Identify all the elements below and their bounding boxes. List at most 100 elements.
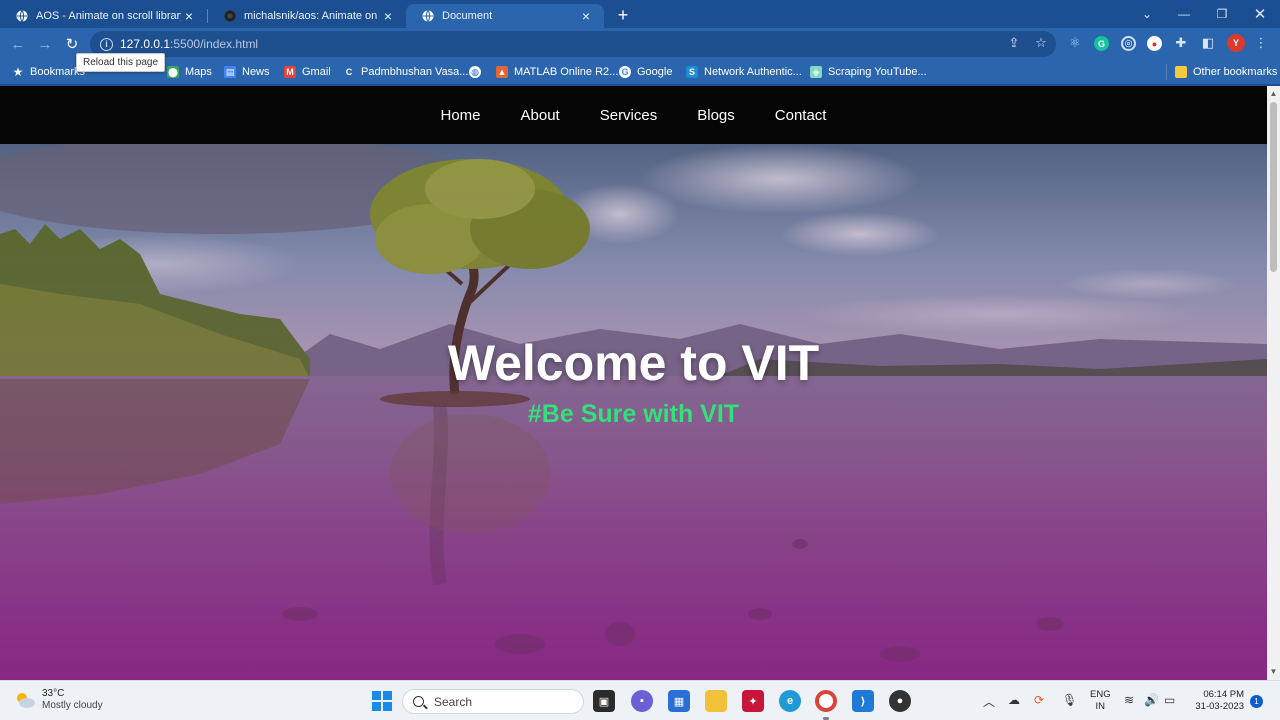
tab-search-chevron-icon[interactable]: ⌄ — [1134, 4, 1160, 24]
browser-tab-strip: AOS - Animate on scroll library × michal… — [0, 0, 1280, 28]
c-icon: C — [345, 67, 353, 77]
nav-home[interactable]: Home — [441, 107, 481, 124]
weather-condition: Mostly cloudy — [42, 700, 103, 711]
extensions-puzzle-icon[interactable]: ✚ — [1172, 34, 1190, 52]
scroll-up-icon[interactable]: ▲ — [1269, 89, 1278, 99]
search-icon — [413, 696, 424, 707]
matlab-icon: ▲ — [496, 66, 508, 78]
new-tab-button[interactable]: + — [613, 5, 633, 25]
gift-app-icon[interactable]: ✦ — [742, 690, 764, 712]
globe-icon — [422, 10, 434, 22]
github-icon — [224, 10, 236, 22]
maps-icon: ⬤ — [167, 66, 179, 78]
store-icon[interactable]: ▦ — [668, 690, 690, 712]
hero-subtitle: #Be Sure with VIT — [527, 400, 740, 428]
wifi-icon[interactable]: ≋ — [1124, 693, 1134, 707]
tab-title: michalsnik/aos: Animate on scroll — [244, 10, 380, 22]
back-arrow-icon[interactable]: ← — [6, 32, 30, 56]
volume-icon[interactable]: 🔊 — [1144, 693, 1159, 707]
partly-cloudy-icon — [17, 693, 35, 708]
minimize-icon[interactable]: — — [1171, 4, 1197, 24]
bookmark-item[interactable]: ◍ — [469, 64, 487, 80]
chrome-browser-icon[interactable] — [815, 690, 837, 712]
bookmark-item[interactable]: ▲ MATLAB Online R2... — [496, 64, 618, 80]
close-tab-icon[interactable]: × — [578, 8, 594, 24]
search-placeholder: Search — [434, 694, 473, 709]
scrollbar-thumb[interactable] — [1270, 102, 1277, 272]
notification-badge[interactable]: 1 — [1250, 695, 1263, 708]
nav-about[interactable]: About — [521, 107, 560, 124]
side-panel-icon[interactable]: ◧ — [1199, 34, 1217, 52]
google-icon: G — [619, 66, 631, 78]
microphone-icon[interactable]: 🎙 — [1062, 693, 1077, 707]
close-tab-icon[interactable]: × — [181, 8, 197, 24]
share-icon[interactable]: ⇪ — [1005, 34, 1023, 52]
file-explorer-icon[interactable] — [705, 690, 727, 712]
windows-start-icon[interactable] — [372, 691, 392, 711]
page-scrollbar[interactable]: ▲ ▼ — [1267, 86, 1280, 680]
page-viewport: Home About Services Blogs Contact Welcom… — [0, 86, 1267, 680]
windows-taskbar: 33°C Mostly cloudy Search ▣ ▪ ▦ ✦ e ⟩ ● … — [0, 680, 1280, 720]
scroll-down-icon[interactable]: ▼ — [1269, 667, 1278, 677]
profile-avatar[interactable]: Y — [1227, 34, 1245, 52]
reload-tooltip: Reload this page — [76, 53, 166, 72]
nav-blogs[interactable]: Blogs — [697, 107, 735, 124]
tab-document[interactable]: Document × — [406, 4, 604, 28]
restore-icon[interactable]: ❐ — [1209, 4, 1235, 24]
news-icon: ▤ — [224, 66, 236, 78]
globe-icon: ◍ — [469, 66, 481, 78]
edge-browser-icon[interactable]: e — [779, 690, 801, 712]
tab-aos-library[interactable]: AOS - Animate on scroll library × — [0, 4, 207, 28]
site-navbar: Home About Services Blogs Contact — [0, 86, 1267, 144]
close-tab-icon[interactable]: × — [380, 8, 396, 24]
bookmark-item[interactable]: G Google — [619, 64, 672, 80]
weather-temperature: 33°C — [42, 688, 65, 699]
site-info-icon[interactable]: i — [100, 37, 113, 51]
taskbar-search[interactable]: Search — [402, 689, 584, 714]
grammarly-icon[interactable]: G — [1094, 36, 1109, 51]
bookmark-item[interactable]: S Network Authentic... — [686, 64, 802, 80]
obs-recorder-icon[interactable]: ● — [889, 690, 911, 712]
bookmark-item[interactable]: ★ Bookmarks — [12, 64, 85, 80]
star-icon: ★ — [12, 65, 24, 79]
weather-widget[interactable]: 33°C Mostly cloudy — [14, 688, 103, 712]
bookmark-item[interactable]: M Gmail — [284, 64, 331, 80]
system-clock[interactable]: 06:14 PM 31-03-2023 — [1192, 689, 1244, 713]
task-view-icon[interactable]: ▣ — [593, 690, 615, 712]
more-menu-icon[interactable]: ⋮ — [1252, 34, 1270, 52]
hero-section: Welcome to VIT #Be Sure with VIT — [0, 144, 1267, 680]
bookmarks-separator — [1166, 64, 1167, 80]
tray-overflow-chevron-icon[interactable]: ︿ — [983, 693, 995, 710]
close-window-icon[interactable]: ✕ — [1247, 4, 1273, 24]
react-devtools-icon[interactable]: ⚛ — [1066, 34, 1084, 52]
bookmarks-bar: ★ Bookmarks ⬤ Maps ▤ News M Gmail C Padmbhush… — [0, 59, 1280, 84]
target-extension-icon[interactable]: ◎ — [1121, 36, 1136, 51]
bookmark-star-icon[interactable]: ☆ — [1032, 34, 1050, 52]
bookmark-item[interactable]: ◈ Scraping YouTube... — [810, 64, 927, 80]
address-bar[interactable]: i 127.0.0.1:5500/index.html — [90, 31, 1056, 57]
tab-title: AOS - Animate on scroll library — [36, 10, 181, 22]
hero-title: Welcome to VIT — [447, 335, 820, 391]
nav-contact[interactable]: Contact — [775, 107, 827, 124]
bookmark-item[interactable]: C Padmbhushan Vasa... — [343, 64, 469, 80]
scrape-icon: ◈ — [810, 66, 822, 78]
tab-title: Document — [442, 10, 493, 22]
vscode-icon[interactable]: ⟩ — [852, 690, 874, 712]
nav-services[interactable]: Services — [600, 107, 658, 124]
teams-chat-icon[interactable]: ▪ — [631, 690, 653, 712]
tab-github-aos[interactable]: michalsnik/aos: Animate on scroll × — [208, 4, 406, 28]
bookmark-item[interactable]: ⬤ Maps — [167, 64, 212, 80]
sync-icon[interactable]: ⟳ — [1034, 693, 1044, 707]
onedrive-cloud-icon[interactable]: ☁ — [1008, 693, 1020, 707]
url-text: 127.0.0.1:5500/index.html — [120, 37, 259, 51]
bookmark-item[interactable]: ▤ News — [224, 64, 270, 80]
input-language[interactable]: ENG IN — [1090, 689, 1111, 713]
other-bookmarks[interactable]: Other bookmarks — [1175, 64, 1277, 80]
gmail-icon: M — [284, 66, 296, 78]
battery-icon[interactable]: ▭ — [1164, 693, 1175, 707]
pokeball-extension-icon[interactable]: ● — [1147, 36, 1162, 51]
s-icon: S — [686, 66, 698, 78]
folder-icon — [1175, 66, 1187, 78]
globe-icon — [16, 10, 28, 22]
forward-arrow-icon[interactable]: → — [33, 32, 57, 56]
